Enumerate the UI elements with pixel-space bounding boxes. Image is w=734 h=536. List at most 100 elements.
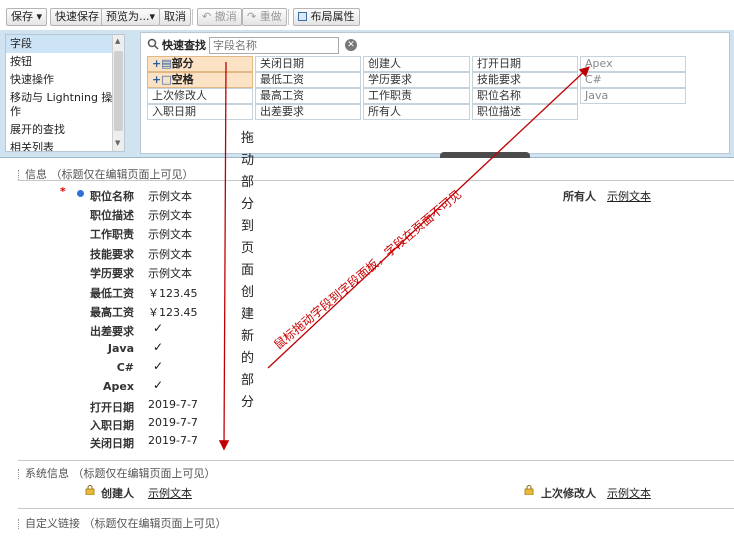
scroll-up-icon[interactable]: ▲ xyxy=(115,37,120,45)
field-palette: 字段 按钮 快速操作 移动与 Lightning 操作 展开的查找 相关列表 ▲… xyxy=(0,30,734,158)
palette-fields-area: 快速查找 ✕ +▤部分 关闭日期 创建人 打开日期 Apex +□空格 最低工资… xyxy=(140,32,730,154)
palette-field[interactable]: 关闭日期 xyxy=(255,56,361,72)
redo-label: 重做 xyxy=(259,10,282,23)
quick-find: 快速查找 ✕ xyxy=(147,36,357,54)
field-value[interactable]: 示例文本 xyxy=(148,207,192,223)
palette-field[interactable]: 所有人 xyxy=(363,104,470,120)
field-label: 最低工资 xyxy=(90,287,134,300)
palette-category-list: 字段 按钮 快速操作 移动与 Lightning 操作 展开的查找 相关列表 ▲… xyxy=(5,34,125,152)
field-label: 技能要求 xyxy=(90,248,134,261)
field-label: Apex xyxy=(103,380,134,393)
section-header-system[interactable]: 系统信息 （标题仅在编辑页面上可见） xyxy=(18,465,216,481)
drag-grip-icon xyxy=(18,469,21,479)
field-label: 出差要求 xyxy=(90,325,134,338)
undo-icon: ↶ xyxy=(202,10,212,23)
palette-blank-space-item[interactable]: +□空格 xyxy=(147,72,253,88)
palette-field[interactable]: 创建人 xyxy=(363,56,470,72)
toolbar-divider xyxy=(288,9,289,25)
section-divider xyxy=(18,460,734,461)
blank-space-plus-icon: +□ xyxy=(152,73,172,86)
category-related-lists[interactable]: 相关列表 xyxy=(6,139,124,151)
field-value[interactable]: 2019-7-7 xyxy=(148,434,198,447)
field-value[interactable]: 示例文本 xyxy=(148,265,192,281)
preview-button[interactable]: 预览为...▾ xyxy=(101,8,161,26)
category-buttons[interactable]: 按钮 xyxy=(6,53,124,71)
palette-field[interactable]: 出差要求 xyxy=(255,104,361,120)
clear-search-icon[interactable]: ✕ xyxy=(345,39,357,51)
field-label: 职位名称 xyxy=(90,190,134,203)
palette-field[interactable]: 上次修改人 xyxy=(147,88,253,104)
section-title: 自定义链接 （标题仅在编辑页面上可见） xyxy=(25,517,227,530)
category-scrollbar[interactable]: ▲ ▼ xyxy=(112,35,124,151)
palette-field[interactable]: 职位名称 xyxy=(472,88,578,104)
field-label: 工作职责 xyxy=(90,228,134,241)
layout-properties-label: 布局属性 xyxy=(310,10,355,23)
toolbar-divider xyxy=(192,9,193,25)
palette-field[interactable]: C# xyxy=(580,72,686,88)
created-by-label: 创建人 xyxy=(101,487,134,500)
search-icon xyxy=(147,38,159,53)
scroll-down-icon[interactable]: ▼ xyxy=(115,139,120,147)
palette-field[interactable]: Java xyxy=(580,88,686,104)
quick-find-input[interactable] xyxy=(209,36,339,54)
owner-label: 所有人 xyxy=(563,190,596,203)
category-expanded-lookups[interactable]: 展开的查找 xyxy=(6,121,124,139)
last-modified-by-value[interactable]: 示例文本 xyxy=(607,485,651,501)
field-label: Java xyxy=(107,342,134,355)
palette-field[interactable]: 职位描述 xyxy=(472,104,578,120)
palette-field[interactable]: 学历要求 xyxy=(363,72,470,88)
last-modified-by-label: 上次修改人 xyxy=(541,487,596,500)
field-value[interactable]: 示例文本 xyxy=(148,246,192,262)
category-quick-actions[interactable]: 快速操作 xyxy=(6,71,124,89)
field-value[interactable]: ￥123.45 xyxy=(148,304,198,320)
field-value[interactable]: ￥123.45 xyxy=(148,285,198,301)
checkmark-icon[interactable]: ✓ xyxy=(153,359,163,373)
owner-value[interactable]: 示例文本 xyxy=(607,188,651,204)
palette-field[interactable]: Apex xyxy=(580,56,686,72)
palette-field[interactable]: 工作职责 xyxy=(363,88,470,104)
palette-field[interactable]: 最高工资 xyxy=(255,88,361,104)
palette-section-item[interactable]: +▤部分 xyxy=(147,56,253,72)
drag-field-annotation: 鼠标拖动字段到字段面板，字段在页面不可见 xyxy=(271,187,465,353)
undo-label: 撤消 xyxy=(214,10,237,23)
section-divider xyxy=(18,180,734,181)
drag-section-annotation: 拖动部分到页面创建新的部分 xyxy=(241,131,255,410)
field-label: 打开日期 xyxy=(90,401,134,414)
field-label: 学历要求 xyxy=(90,267,134,280)
palette-field[interactable]: 技能要求 xyxy=(472,72,578,88)
checkmark-icon[interactable]: ✓ xyxy=(153,378,163,392)
field-label: 最高工资 xyxy=(90,306,134,319)
cancel-button[interactable]: 取消 xyxy=(159,8,191,26)
category-mobile-lightning-actions[interactable]: 移动与 Lightning 操作 xyxy=(6,89,124,121)
field-label: C# xyxy=(116,361,134,374)
palette-field[interactable]: 入职日期 xyxy=(147,104,253,120)
undo-button[interactable]: ↶ 撤消 xyxy=(197,8,242,26)
checkmark-icon[interactable]: ✓ xyxy=(153,340,163,354)
field-value[interactable]: 示例文本 xyxy=(148,188,192,204)
layout-icon xyxy=(298,12,307,21)
quick-save-button[interactable]: 快速保存 xyxy=(50,8,104,26)
created-by-value[interactable]: 示例文本 xyxy=(148,485,192,501)
field-value[interactable]: 2019-7-7 xyxy=(148,416,198,429)
toolbar: 保存 ▾ 快速保存 预览为...▾ 取消 ↶ 撤消 ↷ 重做 布局属性 xyxy=(0,0,734,30)
quick-find-label: 快速查找 xyxy=(162,39,206,52)
field-label: 关闭日期 xyxy=(90,437,134,450)
field-label: 职位描述 xyxy=(90,209,134,222)
drag-grip-icon xyxy=(18,170,21,180)
field-value[interactable]: 2019-7-7 xyxy=(148,398,198,411)
section-plus-icon: +▤ xyxy=(152,57,172,70)
palette-field[interactable]: 打开日期 xyxy=(472,56,578,72)
save-button[interactable]: 保存 ▾ xyxy=(6,8,48,26)
palette-field[interactable]: 最低工资 xyxy=(255,72,361,88)
layout-properties-button[interactable]: 布局属性 xyxy=(293,8,360,26)
redo-button[interactable]: ↷ 重做 xyxy=(242,8,287,26)
palette-collapse-handle[interactable] xyxy=(440,152,530,158)
category-fields[interactable]: 字段 xyxy=(6,35,124,53)
checkmark-icon[interactable]: ✓ xyxy=(153,321,163,335)
field-value[interactable]: 示例文本 xyxy=(148,226,192,242)
scrollbar-thumb[interactable] xyxy=(114,51,123,131)
section-header-custom-links[interactable]: 自定义链接 （标题仅在编辑页面上可见） xyxy=(18,515,227,531)
redo-icon: ↷ xyxy=(247,10,257,23)
section-divider xyxy=(18,508,734,509)
section-title: 系统信息 （标题仅在编辑页面上可见） xyxy=(25,467,216,480)
